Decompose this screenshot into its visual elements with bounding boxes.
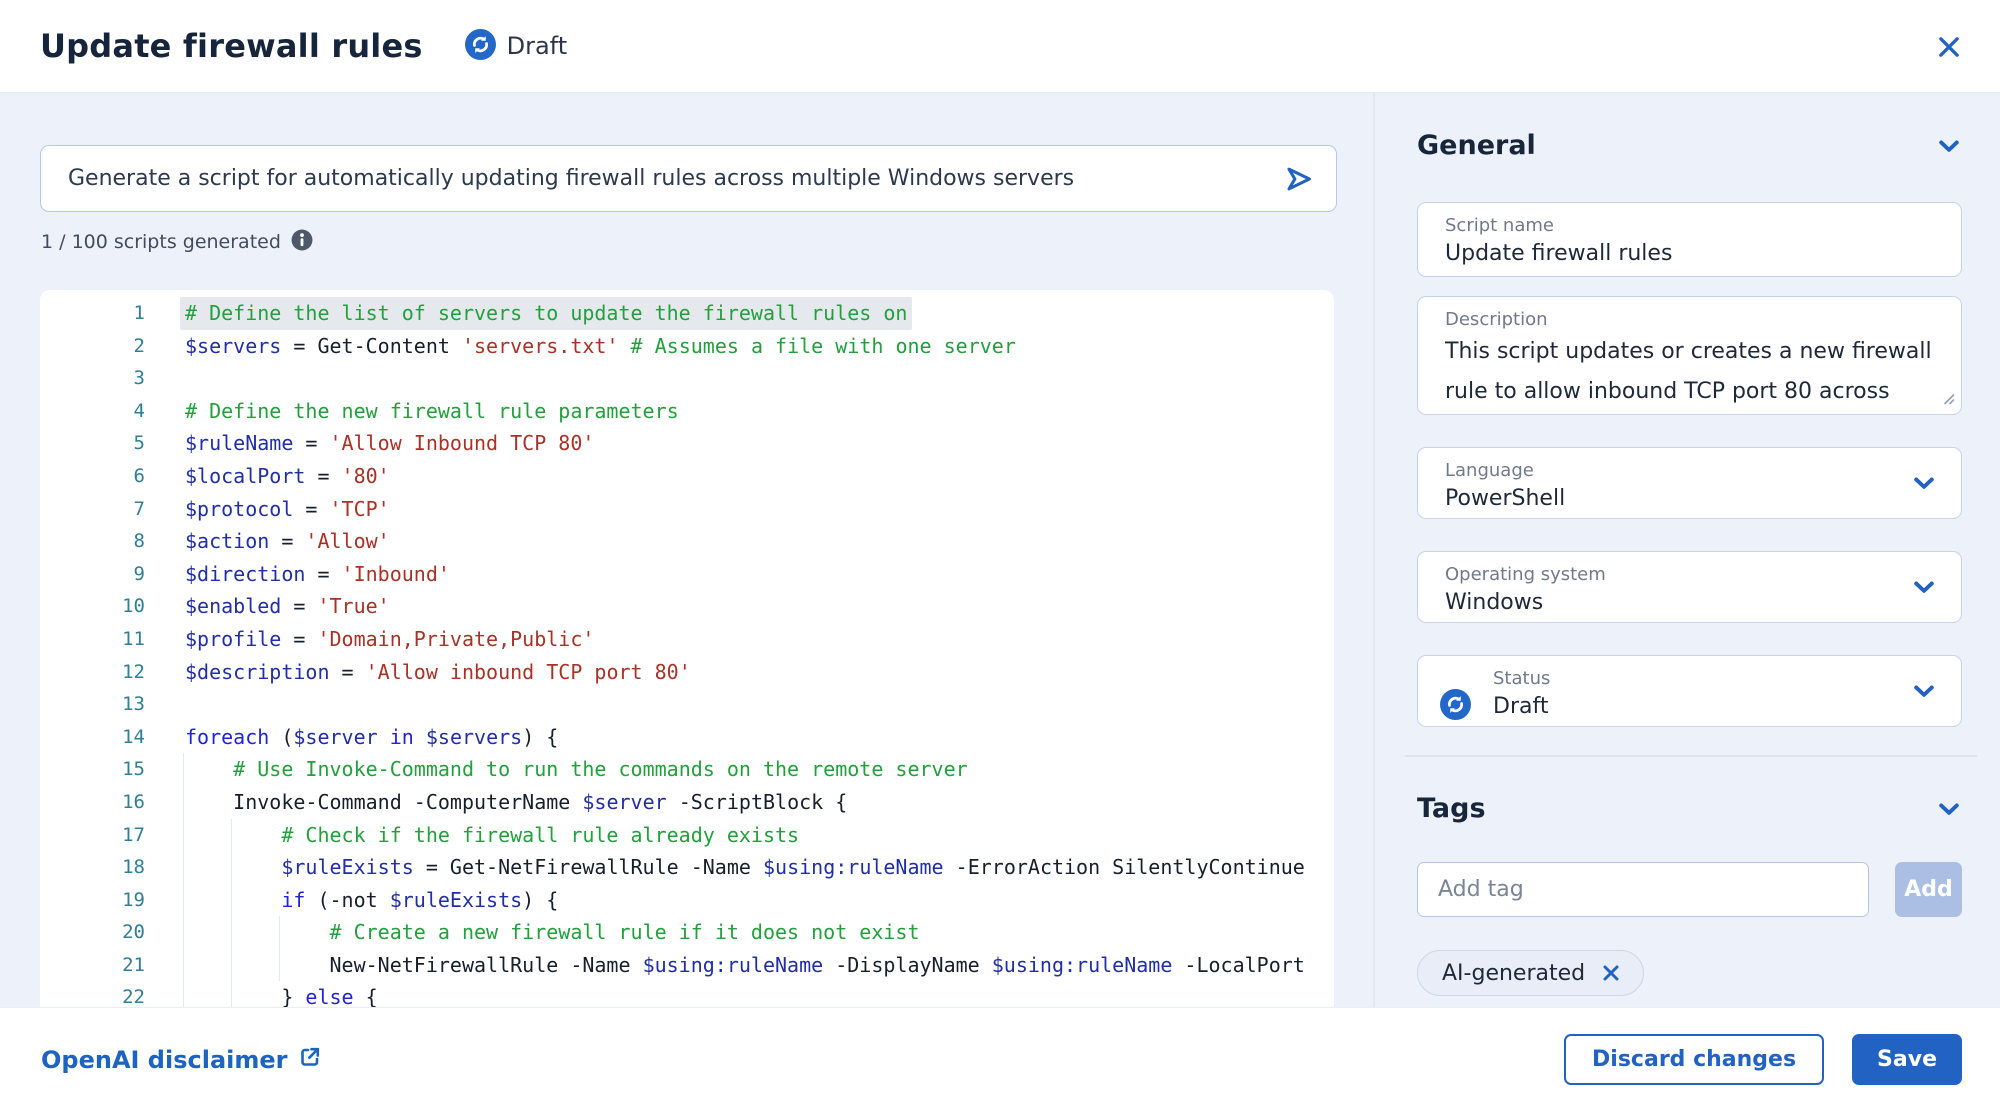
chevron-down-icon[interactable]	[1911, 470, 1937, 500]
prompt-box	[40, 145, 1337, 212]
code-line: 10$enabled = 'True'	[40, 590, 1334, 623]
language-select[interactable]: Language PowerShell	[1417, 447, 1962, 519]
section-divider	[1405, 755, 1977, 757]
page-title: Update firewall rules	[40, 27, 423, 65]
tags-section-header[interactable]: Tags	[1417, 793, 1962, 824]
close-icon[interactable]	[1934, 32, 1964, 62]
code-line: 22 } else {	[40, 981, 1334, 1007]
status-value: Draft	[1493, 691, 1937, 723]
description-value: This script updates or creates a new fir…	[1445, 332, 1937, 414]
external-link-icon	[298, 1045, 322, 1075]
code-line: 15 # Use Invoke-Command to run the comma…	[40, 753, 1334, 786]
code-line: 12$description = 'Allow inbound TCP port…	[40, 656, 1334, 689]
status-label: Status	[1493, 667, 1937, 691]
footer-buttons: Discard changes Save	[1564, 1034, 1962, 1085]
chevron-down-icon[interactable]	[1936, 796, 1962, 822]
add-tag-input[interactable]	[1417, 862, 1869, 917]
code-lines: 1# Define the list of servers to update …	[40, 297, 1334, 1007]
description-field[interactable]: Description This script updates or creat…	[1417, 296, 1962, 415]
counter-text: 1 / 100 scripts generated	[41, 231, 281, 253]
openai-disclaimer-link[interactable]: OpenAI disclaimer	[41, 1045, 322, 1075]
code-line: 17 # Check if the firewall rule already …	[40, 819, 1334, 852]
dialog-footer: OpenAI disclaimer Discard changes Save	[0, 1007, 2000, 1111]
operating-system-select[interactable]: Operating system Windows	[1417, 551, 1962, 623]
send-icon[interactable]	[1276, 156, 1322, 202]
script-name-value: Update firewall rules	[1445, 238, 1937, 270]
resize-handle-icon[interactable]	[1940, 390, 1955, 409]
code-line: 16 Invoke-Command -ComputerName $server …	[40, 786, 1334, 819]
code-line: 19 if (-not $ruleExists) {	[40, 884, 1334, 917]
code-editor[interactable]: 1# Define the list of servers to update …	[40, 290, 1334, 1007]
code-line: 5$ruleName = 'Allow Inbound TCP 80'	[40, 427, 1334, 460]
tags-section-title: Tags	[1417, 793, 1486, 824]
add-tag-button[interactable]: Add	[1895, 862, 1962, 917]
code-line: 3	[40, 362, 1334, 395]
code-line: 9$direction = 'Inbound'	[40, 558, 1334, 591]
dialog-header: Update firewall rules Draft	[0, 0, 2000, 93]
discard-changes-button[interactable]: Discard changes	[1564, 1034, 1824, 1085]
code-line: 21 New-NetFirewallRule -Name $using:rule…	[40, 949, 1334, 982]
code-line: 13	[40, 688, 1334, 721]
draft-sync-icon	[465, 29, 496, 64]
code-line: 2$servers = Get-Content 'servers.txt' # …	[40, 330, 1334, 363]
generation-counter: 1 / 100 scripts generated	[41, 229, 313, 255]
operating-system-value: Windows	[1445, 587, 1937, 619]
language-value: PowerShell	[1445, 483, 1937, 515]
status-badge-label: Draft	[507, 32, 568, 60]
script-name-field[interactable]: Script name Update firewall rules	[1417, 202, 1962, 277]
sidebar-divider	[1373, 93, 1375, 1007]
save-button[interactable]: Save	[1852, 1034, 1962, 1085]
chevron-down-icon[interactable]	[1911, 678, 1937, 708]
script-editor-dialog: Update firewall rules Draft	[0, 0, 2000, 1111]
disclaimer-label: OpenAI disclaimer	[41, 1046, 288, 1074]
code-line: 6$localPort = '80'	[40, 460, 1334, 493]
code-line: 7$protocol = 'TCP'	[40, 493, 1334, 526]
code-line: 18 $ruleExists = Get-NetFirewallRule -Na…	[40, 851, 1334, 884]
general-section-header[interactable]: General	[1417, 130, 1962, 161]
prompt-input[interactable]	[41, 166, 1276, 191]
code-line: 4# Define the new firewall rule paramete…	[40, 395, 1334, 428]
info-icon[interactable]	[291, 229, 313, 255]
language-label: Language	[1445, 459, 1937, 483]
code-line: 8$action = 'Allow'	[40, 525, 1334, 558]
tag-chip-label: AI-generated	[1442, 961, 1585, 986]
status-select[interactable]: Status Draft	[1417, 655, 1962, 727]
tag-chip: AI-generated	[1417, 950, 1644, 996]
code-line: 14foreach ($server in $servers) {	[40, 721, 1334, 754]
code-line: 20 # Create a new firewall rule if it do…	[40, 916, 1334, 949]
chevron-down-icon[interactable]	[1911, 574, 1937, 604]
remove-tag-icon[interactable]	[1601, 962, 1623, 984]
draft-sync-icon	[1440, 689, 1471, 724]
status-badge: Draft	[465, 29, 568, 64]
script-name-label: Script name	[1445, 214, 1937, 238]
code-line: 1# Define the list of servers to update …	[40, 297, 1334, 330]
operating-system-label: Operating system	[1445, 563, 1937, 587]
description-label: Description	[1445, 308, 1937, 332]
general-section-title: General	[1417, 130, 1536, 161]
code-line: 11$profile = 'Domain,Private,Public'	[40, 623, 1334, 656]
chevron-down-icon[interactable]	[1936, 133, 1962, 159]
